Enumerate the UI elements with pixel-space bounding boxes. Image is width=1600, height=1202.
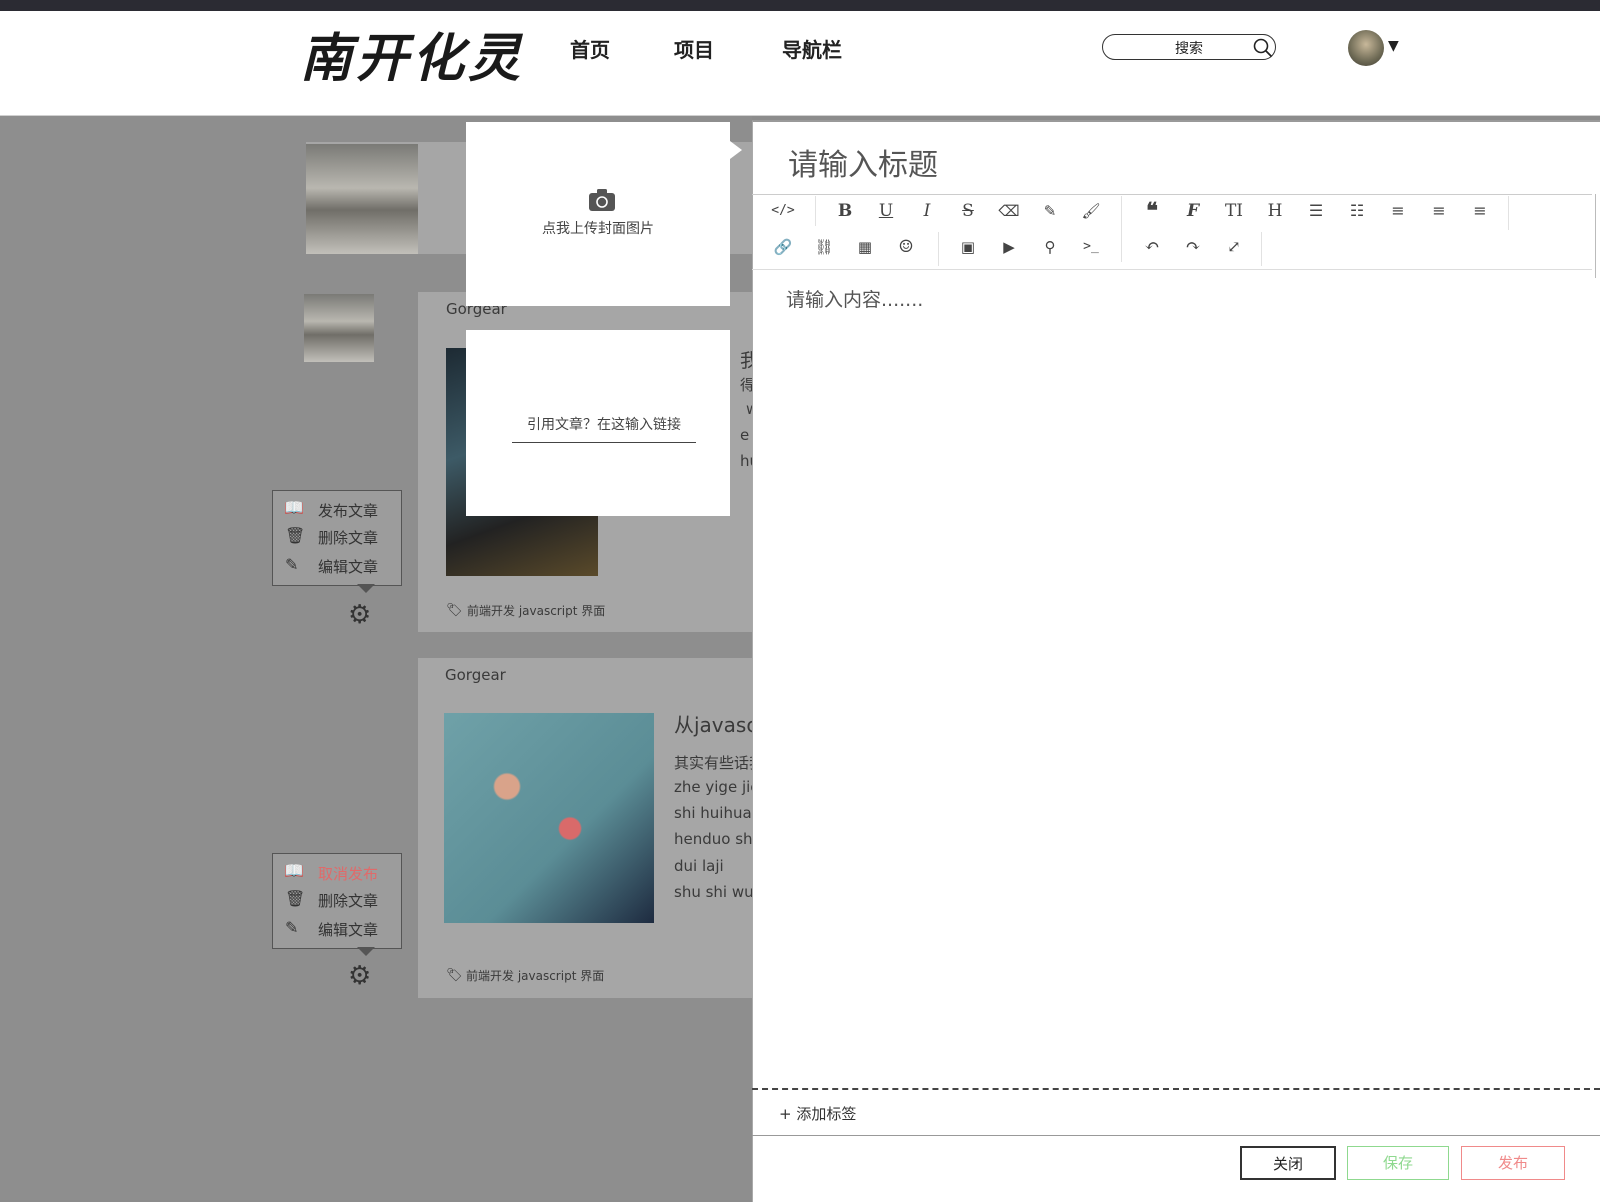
card-line: shi huihua [674,804,752,822]
menu-delete[interactable]: 删除文章 [318,527,378,548]
gear-icon[interactable]: ⚙ [348,961,371,991]
pencil-icon: ✎ [285,918,299,937]
search-icon[interactable] [1253,38,1273,58]
align-right-icon[interactable]: ≡ [1465,198,1495,224]
table-icon[interactable]: ▦ [850,234,880,260]
menu-arrow [357,584,375,593]
image-icon[interactable]: ▣ [953,234,983,260]
search-label: 搜索 [1175,41,1203,57]
popup-arrow [730,141,742,159]
unlink-icon[interactable]: ⛓ [809,234,839,260]
editor-panel [752,120,1600,1202]
gear-icon[interactable]: ⚙ [348,600,371,630]
card-line: dui laji [674,857,724,875]
nav-projects[interactable]: 项目 [674,34,714,63]
bold-icon[interactable]: B [830,198,860,224]
cover-image [306,144,418,254]
numbered-list-icon[interactable]: ☷ [1342,198,1372,224]
emoji-icon[interactable]: ☺ [891,234,921,260]
tag-divider [752,1088,1600,1090]
quote-link-input[interactable]: 引用文章？在这输入链接 [512,414,696,443]
align-center-icon[interactable]: ≡ [1424,198,1454,224]
menu-arrow [357,947,375,956]
heading-icon[interactable]: H [1260,198,1290,224]
tag-icon: 🏷 [446,968,463,983]
user-avatar[interactable] [1348,30,1384,66]
close-button[interactable]: 关闭 [1240,1146,1336,1180]
menu-unpublish[interactable]: 取消发布 [318,863,378,884]
add-tag-button[interactable]: + 添加标签 [779,1103,856,1124]
card-line: 其实有些话我 [674,754,765,772]
toolbar-divider [815,196,816,226]
strikethrough-icon[interactable]: S [953,198,983,224]
undo-icon[interactable]: ↶ [1137,234,1167,260]
eraser-icon[interactable]: ⌫ [994,198,1024,224]
link-icon[interactable]: 🔗 [768,234,798,260]
camera-icon[interactable] [588,188,616,212]
menu-publish[interactable]: 发布文章 [318,500,378,521]
menu-delete[interactable]: 删除文章 [318,890,378,911]
chevron-down-icon[interactable]: ▼ [1388,38,1399,54]
book-icon: 📖 [284,861,304,880]
italic-icon[interactable]: I [912,198,942,224]
bullet-list-icon[interactable]: ☰ [1301,198,1331,224]
card-tags: 前端开发 javascript 界面 [466,969,605,983]
site-logo[interactable]: 南开化灵 [300,16,524,91]
menu-edit[interactable]: 编辑文章 [318,919,378,940]
toolbar-divider [1261,232,1262,266]
toolbar-divider [938,232,939,266]
author-avatar [304,294,374,362]
trash-icon: 🗑 [285,889,306,908]
redo-icon[interactable]: ↷ [1178,234,1208,260]
font-icon[interactable]: F [1178,198,1208,224]
menu-edit[interactable]: 编辑文章 [318,556,378,577]
align-left-icon[interactable]: ≡ [1383,198,1413,224]
book-icon: 📖 [284,498,304,517]
top-strip [0,0,1600,11]
toolbar-divider [1508,196,1509,230]
pen-icon[interactable]: ✎ [1035,198,1065,224]
fullscreen-icon[interactable]: ⤢ [1219,234,1249,260]
pencil-icon: ✎ [285,555,299,574]
publish-button[interactable]: 发布 [1461,1146,1565,1180]
location-icon[interactable]: ⚲ [1035,234,1065,260]
toolbar-edge [1595,194,1596,278]
card-tags: 前端开发 javascript 界面 [467,604,606,618]
terminal-icon[interactable]: >_ [1076,234,1106,260]
card-author: Gorgear [445,666,506,684]
save-button[interactable]: 保存 [1347,1146,1449,1180]
text-size-icon[interactable]: TI [1219,198,1249,224]
nav-navigation[interactable]: 导航栏 [782,34,842,63]
brush-icon[interactable]: 🖌 [1076,198,1106,224]
video-icon[interactable]: ▶ [994,234,1024,260]
tag-icon: 🏷 [446,603,463,618]
cover-upload-label[interactable]: 点我上传封面图片 [466,218,730,238]
content-input[interactable]: 请输入内容....... [786,285,923,312]
toolbar-divider [1121,196,1122,262]
underline-icon[interactable]: U [871,198,901,224]
code-icon[interactable]: </> [768,198,798,224]
cover-upload-popup[interactable] [466,122,730,306]
article-image [444,713,654,923]
quote-icon[interactable]: ❝ [1137,198,1167,224]
trash-icon: 🗑 [285,526,306,545]
footer-divider [752,1135,1600,1136]
nav-home[interactable]: 首页 [570,34,610,63]
title-input[interactable]: 请输入标题 [788,140,938,184]
